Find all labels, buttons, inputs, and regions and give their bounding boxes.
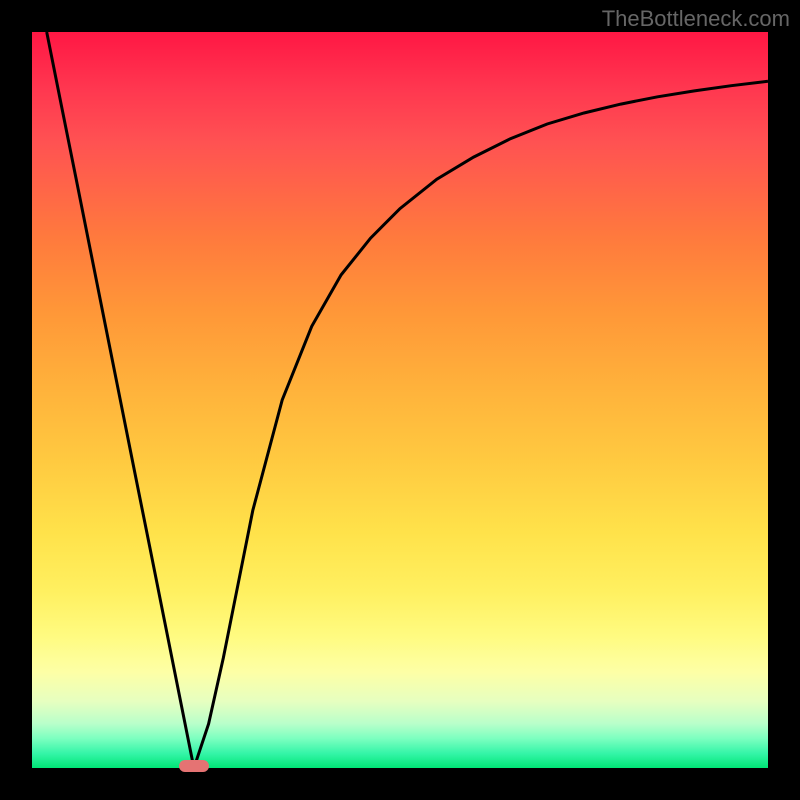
chart-container: TheBottleneck.com (0, 0, 800, 800)
optimal-marker (179, 760, 209, 772)
watermark-text: TheBottleneck.com (602, 6, 790, 32)
curve-svg (32, 32, 768, 768)
bottleneck-curve (47, 32, 768, 768)
